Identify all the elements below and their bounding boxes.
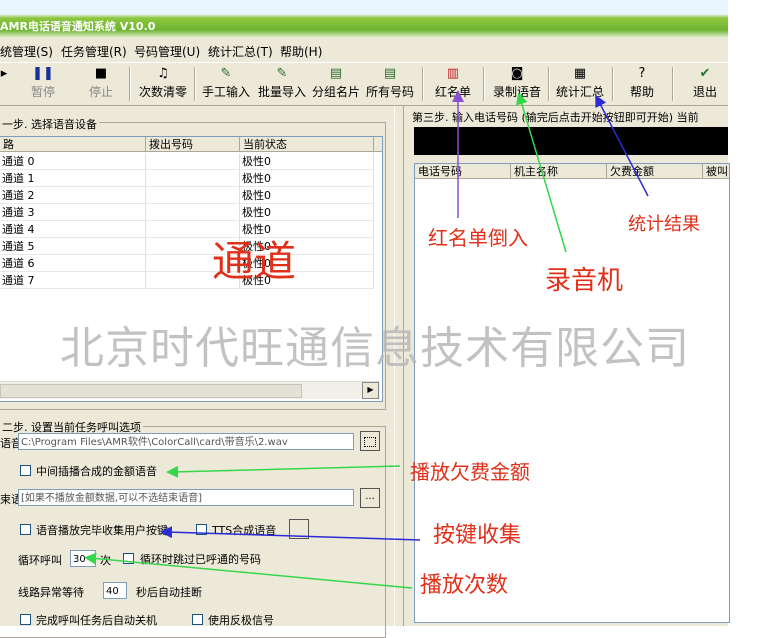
annotation-arrows bbox=[84, 90, 649, 589]
arrow-stats bbox=[595, 94, 649, 197]
arrow-key-collect bbox=[160, 526, 421, 541]
arrow-play-count bbox=[84, 552, 413, 589]
arrow-play-amount bbox=[166, 465, 401, 478]
arrow-recorder bbox=[515, 92, 567, 253]
